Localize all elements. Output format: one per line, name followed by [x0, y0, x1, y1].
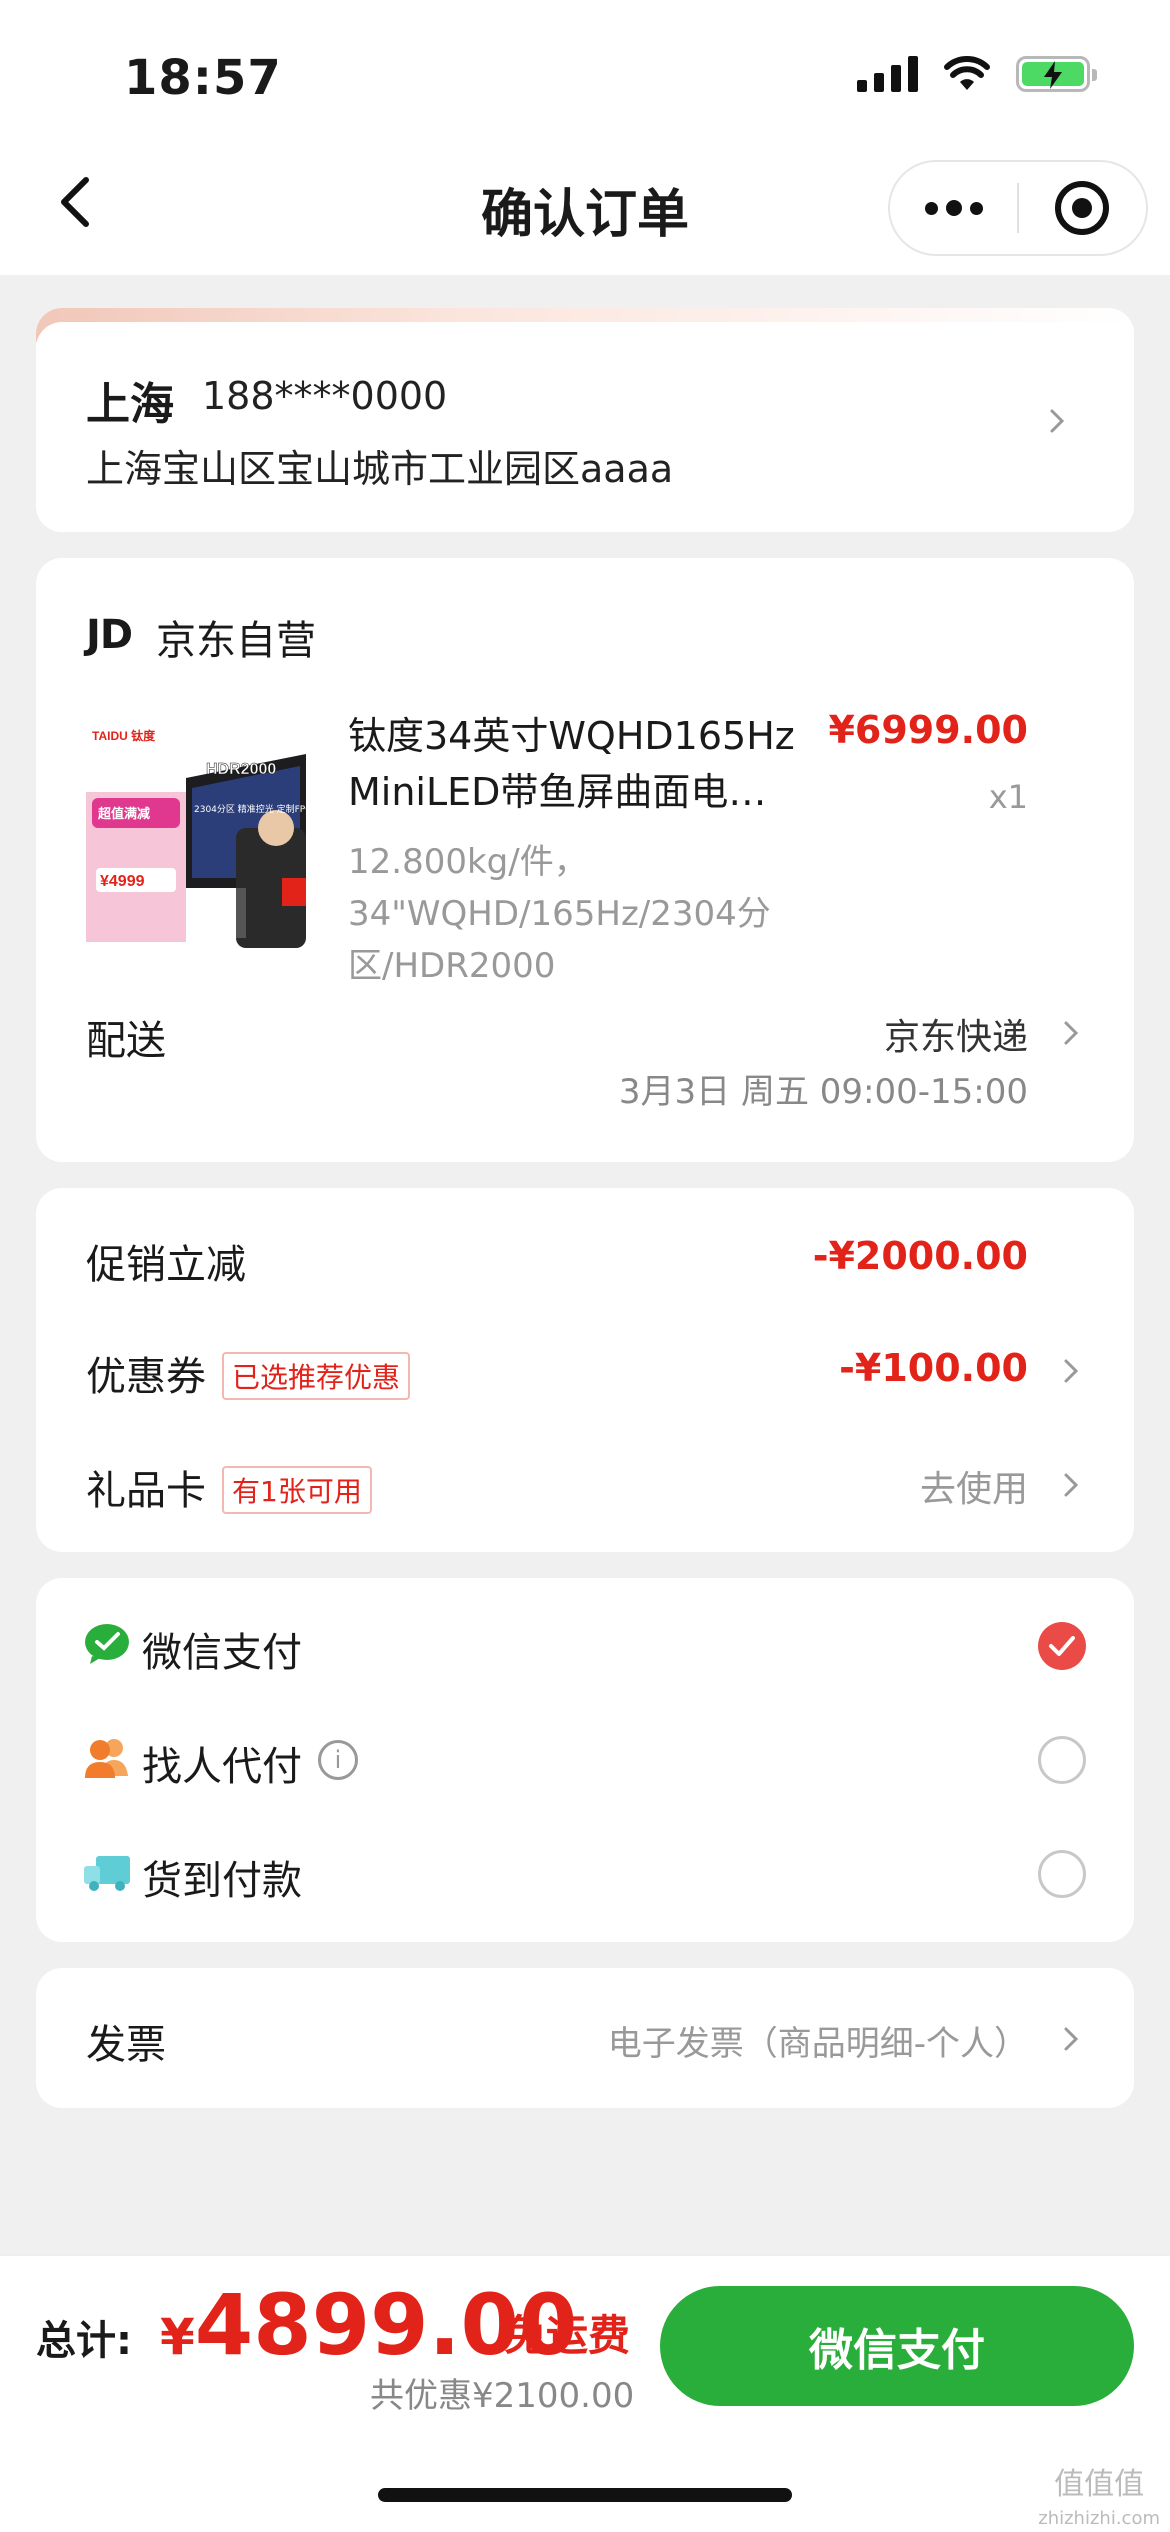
thumb-brand: TAIDU 钛度	[92, 728, 156, 743]
chevron-right-icon[interactable]	[1056, 1356, 1086, 1386]
invoice-value: 电子发票（商品明细-个人）	[607, 2024, 1028, 2064]
payment-option-cod[interactable]: 货到付款	[142, 1848, 302, 1906]
chevron-right-icon[interactable]	[1056, 1470, 1086, 1500]
radio-unselected[interactable]	[1038, 1736, 1086, 1784]
total-label: 总计:	[36, 2318, 132, 2364]
total-saved: 共优惠¥2100.00	[370, 2376, 635, 2416]
wifi-icon	[944, 56, 990, 90]
product-spec: 12.800kg/件，34"WQHD/165Hz/2304分区/HDR2000	[348, 842, 771, 986]
currency-symbol: ¥	[160, 2308, 195, 2366]
payment-option-friend[interactable]: 找人代付	[142, 1734, 302, 1792]
radio-unselected[interactable]	[1038, 1850, 1086, 1898]
free-shipping-label: 免运费	[504, 2311, 631, 2360]
product-title[interactable]: 钛度34英寸WQHD165Hz MiniLED带鱼屏曲面电…	[348, 708, 858, 820]
invoice-label: 发票	[86, 2022, 166, 2068]
delivery-time: 3月3日 周五 09:00-15:00	[618, 1072, 1028, 1112]
giftcard-tag: 有1张可用	[222, 1466, 372, 1514]
coupon-value[interactable]: -¥100.00	[839, 1346, 1028, 1390]
address-city: 上海	[86, 379, 174, 430]
product-price: ¥6999.00	[828, 708, 1028, 752]
close-mini-program-icon[interactable]	[1019, 162, 1146, 254]
wechat-pay-button[interactable]: 微信支付	[660, 2286, 1134, 2406]
home-indicator[interactable]	[378, 2488, 792, 2502]
product-thumbnail[interactable]: TAIDU 钛度 超值满减 HDR2000 ¥4999 2304分区 精准控光 …	[86, 718, 320, 952]
chevron-right-icon	[1056, 2024, 1086, 2054]
thumb-price: ¥4999	[100, 873, 145, 890]
watermark: 值值值 zhizhizhi.com	[1038, 2468, 1160, 2532]
discount-card: 促销立减 -¥2000.00 优惠券 已选推荐优惠 -¥100.00 礼品卡 有…	[36, 1188, 1134, 1552]
jd-logo: JD	[86, 612, 133, 658]
coupon-tag: 已选推荐优惠	[222, 1352, 411, 1400]
giftcard-use-link[interactable]: 去使用	[920, 1460, 1028, 1512]
coupon-label: 优惠券	[86, 1354, 206, 1400]
wechat-pay-icon	[82, 1618, 132, 1668]
chevron-right-icon[interactable]	[1056, 1018, 1086, 1048]
radio-selected[interactable]	[1038, 1622, 1086, 1670]
thumb-badge: 超值满减	[98, 806, 150, 822]
status-bar: 18:57	[0, 0, 1170, 150]
chevron-right-icon	[1042, 406, 1072, 436]
address-phone: 188****0000	[202, 374, 448, 418]
thumb-caption: 2304分区 精准控光 定制FPGA控光单元	[194, 803, 320, 815]
shop-name: 京东自营	[156, 618, 316, 664]
delivery-method[interactable]: 京东快递	[884, 1008, 1028, 1060]
people-icon	[82, 1732, 132, 1782]
address-card[interactable]: 上海 188****0000 上海宝山区宝山城市工业园区aaaa	[36, 308, 1134, 532]
watermark-sub: zhizhizhi.com	[1038, 2508, 1160, 2529]
invoice-card[interactable]: 发票 电子发票（商品明细-个人）	[36, 1968, 1134, 2108]
giftcard-label: 礼品卡	[86, 1468, 206, 1514]
mini-program-capsule	[888, 160, 1148, 256]
delivery-label: 配送	[86, 1018, 166, 1064]
promo-value: -¥2000.00	[812, 1234, 1028, 1278]
payment-card: 微信支付 找人代付 i 货到付款	[36, 1578, 1134, 1942]
product-card: JD 京东自营 TAIDU 钛度 超值满减 HDR2000 ¥4999 2304…	[36, 558, 1134, 1162]
battery-icon	[1016, 56, 1097, 92]
address-detail: 上海宝山区宝山城市工业园区aaaa	[86, 447, 674, 491]
cellular-signal-icon	[857, 56, 918, 92]
nav-bar: 确认订单	[0, 150, 1170, 275]
status-time: 18:57	[124, 50, 282, 106]
more-icon[interactable]	[890, 162, 1017, 254]
promo-label: 促销立减	[86, 1242, 246, 1288]
product-quantity: x1	[988, 778, 1028, 816]
watermark-main: 值值值	[1054, 2467, 1145, 2502]
status-icons	[857, 56, 1097, 92]
truck-icon	[82, 1846, 132, 1896]
checkout-bar: 总计: ¥4899.00 免运费 共优惠¥2100.00 微信支付	[0, 2254, 1170, 2532]
thumb-hdr: HDR2000	[206, 761, 276, 778]
payment-option-wechat[interactable]: 微信支付	[142, 1620, 302, 1678]
info-icon[interactable]: i	[318, 1740, 358, 1780]
